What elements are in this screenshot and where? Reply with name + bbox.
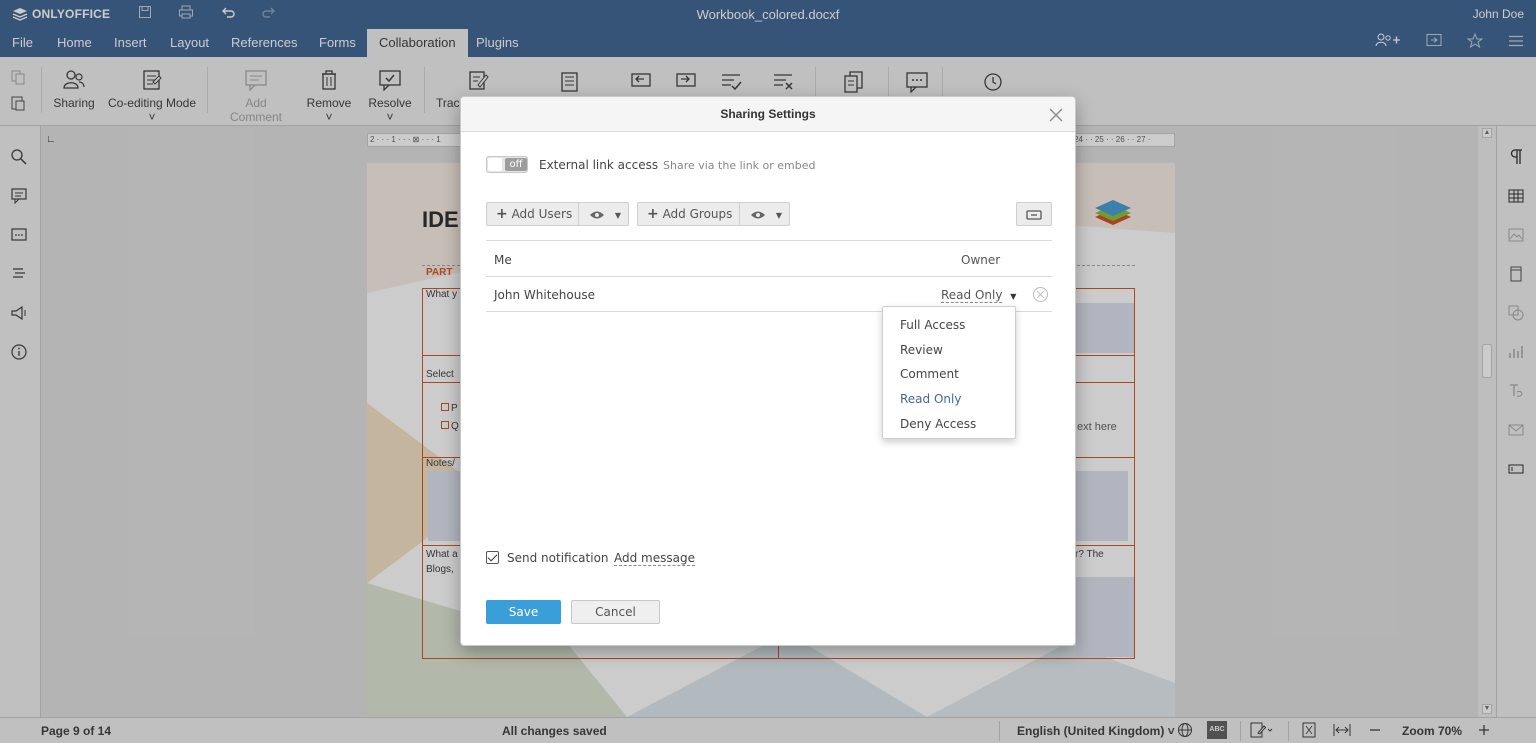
cancel-button[interactable]: Cancel [571, 600, 660, 624]
send-notification-label[interactable]: Send notification [507, 551, 609, 565]
menu-item-deny-access[interactable]: Deny Access [883, 412, 1015, 437]
add-groups-button[interactable]: + Add Groups [638, 203, 740, 225]
eye-icon [590, 211, 604, 218]
add-users-access-dropdown[interactable]: ▼ [580, 203, 629, 225]
external-link-hint: Share via the link or embed [663, 159, 816, 172]
user-row-name: John Whitehouse [494, 288, 595, 302]
owner-row-role: Owner [961, 253, 1001, 267]
access-level-menu: Full Access Review Comment Read Only Den… [882, 306, 1016, 439]
menu-item-read-only[interactable]: Read Only [883, 387, 1015, 412]
add-users-button[interactable]: + Add Users [487, 203, 579, 225]
external-link-toggle[interactable]: off [486, 156, 528, 173]
access-level-value: Read Only [941, 288, 1003, 303]
copy-link-button[interactable] [1016, 202, 1052, 226]
plus-icon: + [647, 206, 659, 222]
add-groups-access-dropdown[interactable]: ▼ [741, 203, 790, 225]
sharing-settings-dialog: Sharing Settings off External link acces… [460, 96, 1076, 646]
access-level-dropdown[interactable]: Read Only ▼ [941, 288, 1017, 303]
plus-icon: + [496, 206, 508, 222]
eye-icon [751, 211, 765, 218]
owner-row-name: Me [494, 253, 512, 267]
menu-item-full-access[interactable]: Full Access [883, 313, 1015, 338]
save-button[interactable]: Save [486, 600, 561, 624]
external-link-label: External link access [539, 158, 659, 172]
caret-down-icon: ▼ [1010, 292, 1017, 301]
add-groups-group: + Add Groups ▼ [637, 202, 790, 226]
add-groups-label: Add Groups [662, 207, 733, 221]
send-notification-checkbox[interactable] [486, 551, 499, 564]
menu-item-review[interactable]: Review [883, 338, 1015, 363]
caret-down-icon: ▼ [775, 211, 782, 220]
caret-down-icon: ▼ [614, 211, 621, 220]
remove-user-icon[interactable] [1033, 287, 1048, 302]
link-icon [1026, 209, 1042, 220]
menu-item-comment[interactable]: Comment [883, 362, 1015, 387]
add-message-link[interactable]: Add message [614, 551, 695, 566]
toggle-state-label: off [505, 158, 527, 171]
close-icon[interactable] [1049, 108, 1063, 122]
add-users-label: Add Users [511, 207, 573, 221]
add-users-group: + Add Users ▼ [486, 202, 629, 226]
dialog-title: Sharing Settings [461, 97, 1075, 132]
